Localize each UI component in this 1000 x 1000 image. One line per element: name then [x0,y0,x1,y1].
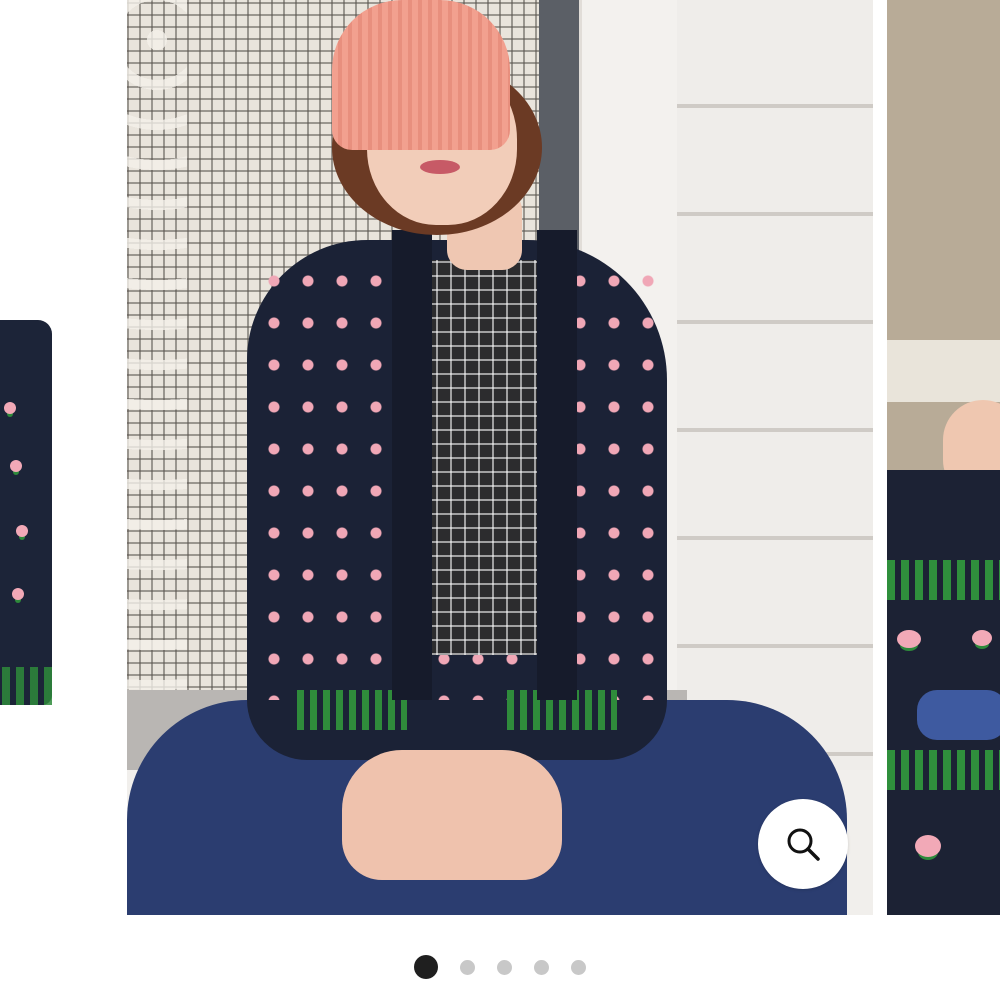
rose-motif [12,588,24,600]
model-hands [342,750,562,880]
jeans-closeup [917,690,1000,740]
green-knit-band [887,750,1000,790]
next-slide-image[interactable] [887,0,1000,915]
rose-motif [4,402,16,414]
rose-motif [915,835,941,857]
pagination-dot-1[interactable] [414,955,438,979]
carousel-pagination [0,952,1000,982]
previous-slide-image[interactable] [0,0,52,915]
pagination-dot-4[interactable] [534,959,549,975]
rose-motif [10,460,22,472]
pink-beanie [332,0,510,150]
cardigan-lapel-right [537,230,577,700]
railing [887,340,1000,402]
main-product-photo[interactable] [127,0,873,915]
pagination-dot-5[interactable] [571,959,586,975]
cardigan-cuff-left [297,690,407,730]
green-knit-band [0,667,52,705]
cardigan-lapel-left [392,230,432,700]
rose-motif [16,525,28,537]
magnifier-icon [787,828,820,861]
gingham-blouse [422,260,547,655]
zoom-button[interactable] [758,799,848,889]
rose-motif [897,630,921,648]
cardigan-sleeve-image [0,320,52,705]
pagination-dot-2[interactable] [460,959,475,975]
green-knit-band [887,560,1000,600]
product-image-carousel[interactable] [0,0,1000,915]
pagination-dot-3[interactable] [497,959,512,975]
rose-motif [972,630,992,646]
model-lips [420,160,460,174]
model [127,0,873,915]
